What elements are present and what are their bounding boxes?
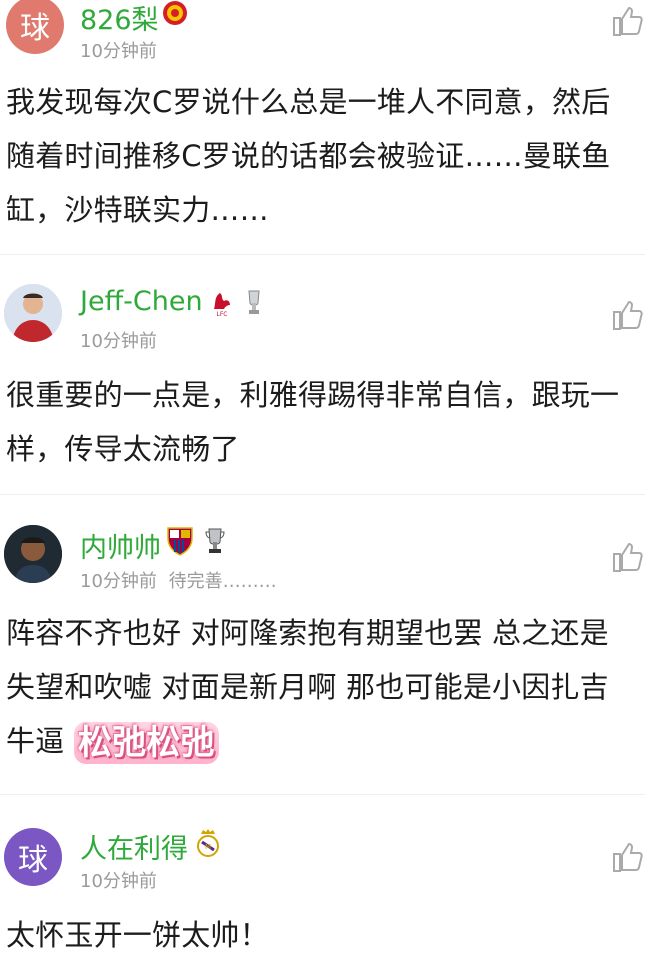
- comment-line: 我发现每次C罗说什么总是一堆人不同意，然后: [6, 85, 611, 119]
- avatar-letter: 球: [18, 843, 48, 878]
- comment-line: 样，传导太流畅了: [6, 432, 240, 466]
- user-badges: [166, 526, 226, 556]
- man-utd-crest-icon: [163, 1, 187, 25]
- comment-item: Jeff-Chen LFC 10分钟前 很重要的一点是，利雅得踢得非常自信，跟玩…: [0, 270, 645, 492]
- username[interactable]: 人在利得: [80, 827, 188, 866]
- divider: [0, 794, 645, 795]
- comment-line: 太怀玉开一饼太帅！: [6, 918, 269, 952]
- user-badges: LFC: [210, 287, 264, 317]
- timestamp: 10分钟前: [80, 41, 157, 62]
- avatar[interactable]: [4, 525, 62, 583]
- user-badges: [162, 0, 188, 26]
- thumbs-up-icon[interactable]: [610, 4, 644, 38]
- username[interactable]: 826梨: [80, 0, 159, 37]
- thumbs-up-icon[interactable]: [610, 840, 644, 874]
- thumbs-up-icon[interactable]: [610, 540, 644, 574]
- user-status: 待完善………: [168, 571, 277, 592]
- avatar[interactable]: 球: [4, 828, 62, 886]
- timestamp: 10分钟前: [80, 871, 157, 892]
- timestamp: 10分钟前 待完善………: [80, 567, 277, 593]
- real-madrid-crest-icon: M: [197, 829, 219, 857]
- divider: [0, 254, 645, 255]
- liverpool-crest-icon: LFC: [214, 293, 230, 317]
- comment-line: 随着时间推移C罗说的话都会被验证……曼联鱼: [6, 139, 611, 173]
- thumbs-up-icon[interactable]: [610, 298, 644, 332]
- username[interactable]: 内帅帅: [80, 526, 161, 565]
- player-avatar-icon: [4, 284, 62, 342]
- trophy-icon: [205, 528, 225, 553]
- comment-item: 球 人在利得 M 10分钟前 太怀玉开一饼太帅！: [0, 810, 645, 952]
- user-badges: M: [196, 828, 220, 858]
- barcelona-crest-icon: [167, 527, 193, 556]
- timestamp-text: 10分钟前: [80, 571, 157, 592]
- comment-text: 很重要的一点是，利雅得踢得非常自信，跟玩一 样，传导太流畅了: [6, 368, 645, 476]
- avatar[interactable]: 球: [6, 0, 64, 54]
- username[interactable]: Jeff-Chen: [80, 286, 203, 317]
- comment-line: 失望和吹嘘 对面是新月啊 那也可能是小因扎吉: [6, 670, 609, 704]
- comment-item: 内帅帅 10分钟前 待完善……… 阵容不齐也好 对阿隆索抱有期望也罢 总之还是 …: [0, 510, 645, 792]
- svg-text:LFC: LFC: [217, 311, 228, 317]
- comment-text: 阵容不齐也好 对阿隆索抱有期望也罢 总之还是 失望和吹嘘 对面是新月啊 那也可能…: [6, 606, 645, 768]
- comment-line: 缸，沙特联实力……: [6, 193, 269, 227]
- comment-text: 太怀玉开一饼太帅！: [6, 908, 645, 962]
- comment-line-text: 牛逼: [6, 724, 65, 758]
- comment-line: 牛逼 松弛松弛: [6, 714, 645, 768]
- divider: [0, 494, 645, 495]
- avatar[interactable]: [4, 284, 62, 342]
- comment-item: 球 826梨 10分钟前 我发现每次C罗说什么总是一堆人不同意，然后 随着时间推…: [0, 0, 645, 252]
- comment-line: 很重要的一点是，利雅得踢得非常自信，跟玩一: [6, 378, 620, 412]
- comment-line: 阵容不齐也好 对阿隆索抱有期望也罢 总之还是: [6, 616, 609, 650]
- avatar-letter: 球: [20, 11, 50, 46]
- svg-text:M: M: [205, 843, 211, 851]
- trophy-icon: [248, 290, 260, 314]
- comment-text: 我发现每次C罗说什么总是一堆人不同意，然后 随着时间推移C罗说的话都会被验证………: [6, 75, 645, 237]
- player-avatar-icon: [4, 525, 62, 583]
- sticker-emoji: 松弛松弛: [73, 722, 219, 764]
- timestamp: 10分钟前: [80, 331, 157, 352]
